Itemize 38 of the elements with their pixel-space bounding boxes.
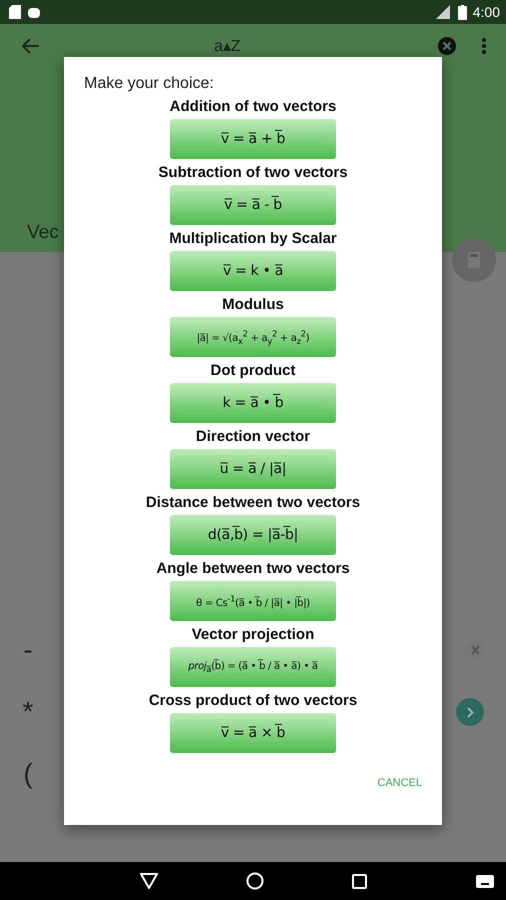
keyboard-key[interactable]: -: [18, 634, 38, 666]
recents-icon[interactable]: [352, 874, 366, 888]
keyboard-key[interactable]: *: [18, 696, 38, 728]
more-icon[interactable]: [482, 38, 486, 54]
battery-icon: [458, 4, 467, 20]
clear-icon[interactable]: [438, 37, 456, 55]
formula-button[interactable]: u̅ = a̅ / |a̅|: [170, 449, 336, 489]
option-label: Cross product of two vectors: [148, 691, 358, 711]
formula-button[interactable]: |a̅| = √(a$_{x}$$^{2}$ + a$_{y}$$^{2}$ + a$_{z}$$^{2}$): [170, 317, 336, 357]
calculator-icon: [468, 252, 480, 268]
keyboard-key[interactable]: (: [18, 758, 38, 790]
option-label: Modulus: [222, 295, 284, 315]
formula-button[interactable]: v̅ = a̅ × b̅: [170, 713, 336, 753]
option-label: Distance between two vectors: [146, 493, 360, 513]
sd-card-icon: [9, 5, 21, 19]
option-label: Dot product: [210, 361, 296, 381]
home-icon[interactable]: [246, 872, 264, 890]
option-label: Subtraction of two vectors: [158, 163, 348, 183]
app-logo: a▴Z: [214, 37, 241, 56]
chevron-icon: [466, 706, 474, 718]
section-label: Vec: [27, 222, 59, 244]
option-label: Multiplication by Scalar: [169, 229, 337, 249]
dialog-title: Make your choice:: [84, 75, 214, 93]
formula-button[interactable]: v̅ = a̅ - b̅: [170, 185, 336, 225]
formula-button[interactable]: v̅ = k • a̅: [170, 251, 336, 291]
formula-button[interactable]: θ = Cs$^{-1}$(a̅ • b̅ / |a̅| • |b̅|): [170, 581, 336, 621]
formula-button[interactable]: v̅ = a̅ + b̅: [170, 119, 336, 159]
signal-icon: [436, 5, 452, 19]
option-label: Addition of two vectors: [170, 97, 336, 117]
next-button[interactable]: [456, 698, 484, 726]
keyboard-icon[interactable]: [476, 875, 494, 888]
option-label: Vector projection: [192, 625, 314, 645]
formula-button[interactable]: proj$_{a̅}$(b̅) = (a̅ • b̅ / a̅ • a̅) • a̅: [170, 647, 336, 687]
formula-button[interactable]: k = a̅ • b̅: [170, 383, 336, 423]
option-label: Direction vector: [196, 427, 310, 447]
option-label: Angle between two vectors: [156, 559, 350, 579]
status-time: 4:00: [472, 4, 500, 20]
formula-button[interactable]: d(a̅,b̅) = |a̅-b̅|: [170, 515, 336, 555]
